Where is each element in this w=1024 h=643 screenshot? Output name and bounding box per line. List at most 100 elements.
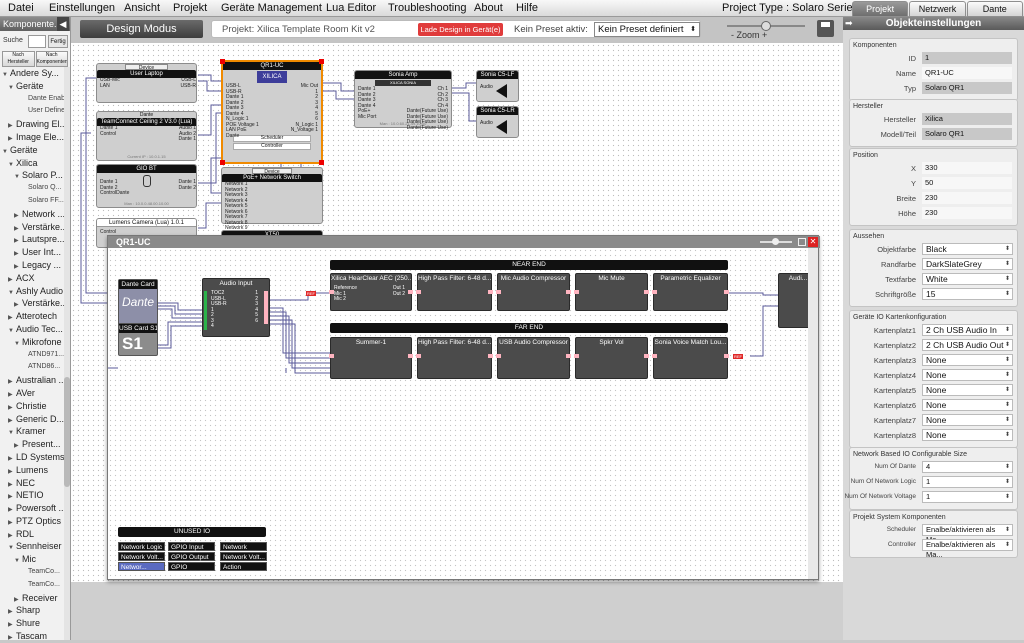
tree-item[interactable]: ▶ Present... xyxy=(0,438,70,451)
unused-io-item[interactable]: Action Trigge... xyxy=(220,562,267,579)
collapse-left-icon[interactable]: ◀ xyxy=(57,17,69,31)
expanded-arrow-icon[interactable]: ▼ xyxy=(2,146,10,157)
tree-item[interactable]: ▼ Geräte xyxy=(0,144,70,157)
input-port[interactable] xyxy=(416,290,421,294)
tree-item[interactable]: ▶ Atterotech xyxy=(0,310,70,323)
property-select[interactable]: Enalbe/aktivieren als Ma...⬍ xyxy=(922,524,1013,544)
tree-item[interactable]: ▼ Mikrofone xyxy=(0,336,70,349)
tree-item[interactable]: Dante Enab xyxy=(0,93,70,106)
tree-item[interactable]: ▶ PTZ Optics xyxy=(0,515,70,528)
near-end-block[interactable]: Mic Audio Compressor xyxy=(496,273,571,311)
expanded-arrow-icon[interactable]: ▼ xyxy=(8,287,16,298)
block-audio-output[interactable]: Audi... xyxy=(778,273,808,328)
collapsed-arrow-icon[interactable]: ▶ xyxy=(14,440,22,451)
tree-item[interactable]: TeamCo... xyxy=(0,566,70,579)
device-poe-switch[interactable]: Device PoE+ Network Switch Network 1 Netw… xyxy=(221,167,323,231)
tree-item[interactable]: ▶ Receiver xyxy=(0,592,70,605)
unused-io-item[interactable]: GPIO Input xyxy=(168,542,215,551)
tree-item[interactable]: Solaro Q... xyxy=(0,182,70,195)
collapsed-arrow-icon[interactable]: ▶ xyxy=(14,223,22,234)
tree-item[interactable]: ▶ Verstärke... xyxy=(0,221,70,234)
collapsed-arrow-icon[interactable]: ▶ xyxy=(8,274,16,285)
collapsed-arrow-icon[interactable]: ▶ xyxy=(14,594,22,605)
tree-item[interactable]: ▶ Sharp xyxy=(0,604,70,617)
input-port[interactable] xyxy=(574,354,579,358)
tree-item[interactable]: ▼ Andere Sy... xyxy=(0,67,70,80)
expanded-arrow-icon[interactable]: ▼ xyxy=(8,427,16,438)
device-gio-bt[interactable]: GIO BT Dante 1 Dante 2 ControlDante Dant… xyxy=(96,164,197,208)
tree-item[interactable]: TeamCo... xyxy=(0,579,70,592)
search-input[interactable] xyxy=(28,35,46,48)
far-end-block[interactable]: Spkr Vol xyxy=(574,337,649,379)
collapsed-arrow-icon[interactable]: ▶ xyxy=(8,312,16,323)
output-port[interactable] xyxy=(488,354,493,358)
tree-item[interactable]: ▼ Sennheiser xyxy=(0,540,70,553)
resize-handle[interactable] xyxy=(319,160,324,165)
expanded-arrow-icon[interactable]: ▼ xyxy=(8,82,16,93)
tree-item[interactable]: ▼ Mic xyxy=(0,553,70,566)
property-select[interactable]: None ⬍ xyxy=(922,414,1013,426)
window-zoom-knob[interactable] xyxy=(772,238,779,245)
input-port[interactable] xyxy=(652,354,657,358)
menu-lua-editor[interactable]: Lua Editor xyxy=(326,2,376,14)
unused-io-item[interactable]: Network Volt... xyxy=(220,552,267,561)
collapsed-arrow-icon[interactable]: ▶ xyxy=(8,606,16,617)
collapsed-arrow-icon[interactable]: ▶ xyxy=(14,235,22,246)
far-end-block[interactable]: USB Audio Compressor xyxy=(496,337,571,379)
collapsed-arrow-icon[interactable]: ▶ xyxy=(8,466,16,477)
property-select[interactable]: DarkSlateGrey ⬍ xyxy=(922,258,1013,270)
tree-item[interactable]: ▶ Christie xyxy=(0,400,70,413)
unused-io-item[interactable]: Network Logi... xyxy=(220,542,267,560)
tree-item[interactable]: ▶ Shure xyxy=(0,617,70,630)
property-value[interactable]: 50 xyxy=(922,177,1012,189)
unused-io-item[interactable]: Network Logic xyxy=(118,542,165,551)
collapsed-arrow-icon[interactable]: ▶ xyxy=(8,133,16,144)
preset-select[interactable]: Kein Preset definiert ⬍ xyxy=(594,22,700,37)
tree-item[interactable]: ▶ LD Systems xyxy=(0,451,70,464)
output-port[interactable] xyxy=(488,290,493,294)
tree-item[interactable]: ▶ Legacy ... xyxy=(0,259,70,272)
property-select[interactable]: None ⬍ xyxy=(922,354,1013,366)
resize-handle[interactable] xyxy=(220,160,225,165)
search-done-button[interactable]: Fertig xyxy=(48,35,68,48)
collapsed-arrow-icon[interactable]: ▶ xyxy=(14,299,22,310)
property-select[interactable]: 1 ⬍ xyxy=(922,476,1013,488)
tree-item[interactable]: ▶ RDL xyxy=(0,528,70,541)
tree-item[interactable]: ▼ Geräte xyxy=(0,80,70,93)
expanded-arrow-icon[interactable]: ▼ xyxy=(14,555,22,566)
output-port[interactable] xyxy=(408,354,413,358)
unused-io-item[interactable]: GPIO Output xyxy=(168,552,215,561)
resize-handle[interactable] xyxy=(319,59,324,64)
block-dante-card[interactable]: Dante Card Dante xyxy=(118,279,158,326)
tree-item[interactable]: ▼ Ashly Audio xyxy=(0,285,70,298)
near-end-block[interactable]: Mic Mute xyxy=(574,273,649,311)
tree-item[interactable]: ▶ ACX xyxy=(0,272,70,285)
menu-einstellungen[interactable]: Einstellungen xyxy=(49,2,115,14)
property-select[interactable]: 2 Ch USB Audio Out ⬍ xyxy=(922,339,1013,351)
property-select[interactable]: None ⬍ xyxy=(922,399,1013,411)
tree-item[interactable]: ▶ Drawing El... xyxy=(0,118,70,131)
tree-item[interactable]: ▼ Solaro P... xyxy=(0,169,70,182)
collapsed-arrow-icon[interactable]: ▶ xyxy=(8,120,16,131)
collapsed-arrow-icon[interactable]: ▶ xyxy=(14,261,22,272)
menu-projekt[interactable]: Projekt xyxy=(173,2,207,14)
property-select[interactable]: None ⬍ xyxy=(922,384,1013,396)
unused-io-item[interactable]: Networ... xyxy=(118,562,165,571)
tree-item[interactable]: ATND86... xyxy=(0,361,70,374)
window-scrollbar[interactable] xyxy=(808,248,818,579)
collapsed-arrow-icon[interactable]: ▶ xyxy=(8,389,16,400)
output-port[interactable] xyxy=(644,290,649,294)
tab-projekt[interactable]: Projekt xyxy=(852,1,909,17)
input-port[interactable] xyxy=(574,290,579,294)
load-design-button[interactable]: Lade Design in Gerät(e) xyxy=(418,23,503,36)
device-sonia-c5-lr[interactable]: Sonia C5-LR Audio xyxy=(476,106,519,138)
expanded-arrow-icon[interactable]: ▼ xyxy=(8,542,16,553)
property-value[interactable]: 330 xyxy=(922,162,1012,174)
expanded-arrow-icon[interactable]: ▼ xyxy=(14,171,22,182)
tree-item[interactable]: ▶ Lautspre... xyxy=(0,233,70,246)
collapse-right-icon[interactable]: ➡ xyxy=(845,17,853,30)
output-port[interactable] xyxy=(566,354,571,358)
sort-by-type-button[interactable]: Nach Komponenten Typ sortieren xyxy=(35,51,68,67)
collapsed-arrow-icon[interactable]: ▶ xyxy=(14,210,22,221)
expanded-arrow-icon[interactable]: ▼ xyxy=(8,159,16,170)
